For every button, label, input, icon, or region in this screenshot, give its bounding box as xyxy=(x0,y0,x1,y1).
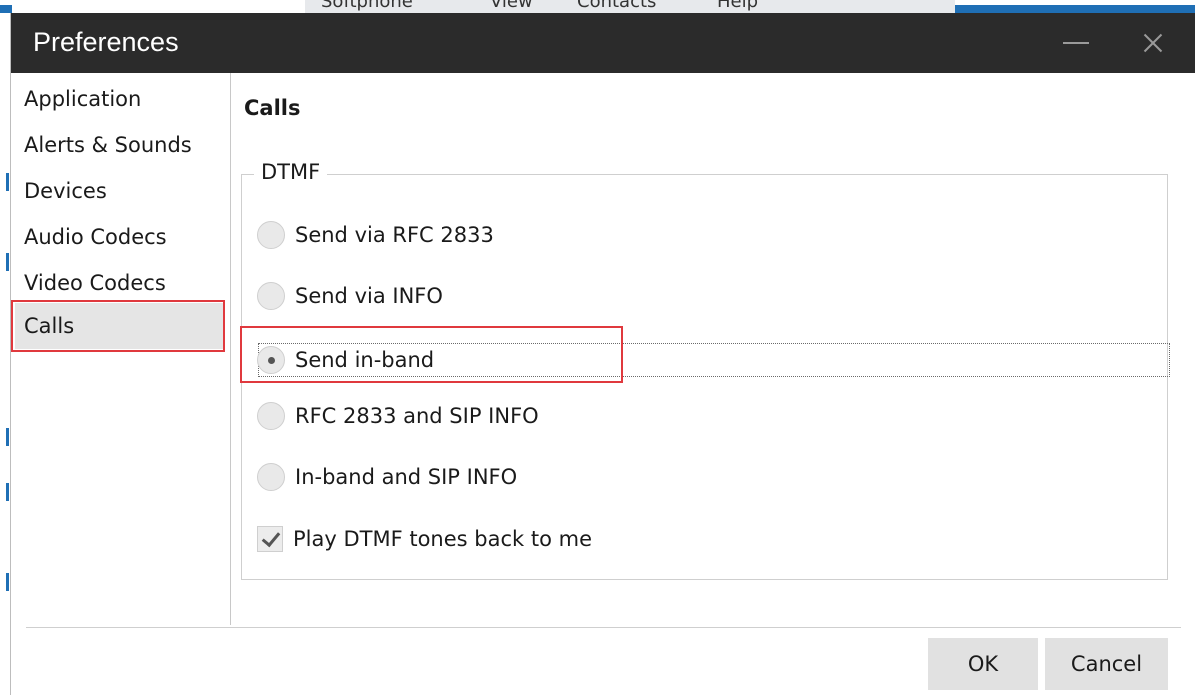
checkbox-label: Play DTMF tones back to me xyxy=(293,527,592,551)
radio-button[interactable] xyxy=(257,282,285,310)
background-menubar: Softphone View Contacts Help xyxy=(305,0,955,13)
ok-button[interactable]: OK xyxy=(928,638,1038,690)
edge-mark xyxy=(6,428,9,446)
background-menu-contacts[interactable]: Contacts xyxy=(577,0,656,12)
close-button[interactable] xyxy=(1123,13,1183,73)
radio-label: Send in-band xyxy=(295,348,435,372)
radio-send-via-info[interactable]: Send via INFO xyxy=(257,278,443,314)
radio-label: RFC 2833 and SIP INFO xyxy=(295,404,539,428)
close-icon xyxy=(1144,34,1162,52)
background-menu-softphone[interactable]: Softphone xyxy=(321,0,413,12)
background-window-edge xyxy=(0,13,10,695)
sidebar-item-application[interactable]: Application xyxy=(15,76,225,122)
dtmf-group-legend: DTMF xyxy=(254,160,328,184)
radio-label: Send via RFC 2833 xyxy=(295,223,494,247)
radio-rfc2833-and-sip-info[interactable]: RFC 2833 and SIP INFO xyxy=(257,398,539,434)
radio-send-via-rfc2833[interactable]: Send via RFC 2833 xyxy=(257,217,494,253)
dtmf-group: DTMF Send via RFC 2833 Send via INFO Sen… xyxy=(240,160,1170,580)
section-title: Calls xyxy=(244,96,301,120)
checkbox-checked[interactable] xyxy=(257,526,283,552)
edge-mark xyxy=(6,173,9,191)
sidebar-item-video-codecs[interactable]: Video Codecs xyxy=(15,260,225,306)
sidebar-item-audio-codecs[interactable]: Audio Codecs xyxy=(15,214,225,260)
background-menu-view[interactable]: View xyxy=(490,0,533,12)
radio-label: Send via INFO xyxy=(295,284,443,308)
title-bar[interactable]: Preferences xyxy=(11,13,1195,73)
background-accent-right xyxy=(955,5,1195,13)
background-accent-left xyxy=(0,5,12,13)
checkbox-play-dtmf-tones[interactable]: Play DTMF tones back to me xyxy=(257,521,592,557)
edge-mark xyxy=(6,253,9,271)
dialog-title: Preferences xyxy=(33,27,179,57)
radio-label: In-band and SIP INFO xyxy=(295,465,518,489)
minimize-button[interactable] xyxy=(1046,13,1106,73)
minimize-icon xyxy=(1063,42,1089,44)
background-menu-help[interactable]: Help xyxy=(717,0,758,12)
radio-in-band-and-sip-info[interactable]: In-band and SIP INFO xyxy=(257,459,517,495)
sidebar-item-devices[interactable]: Devices xyxy=(15,168,225,214)
radio-button[interactable] xyxy=(257,402,285,430)
sidebar-item-alerts-sounds[interactable]: Alerts & Sounds xyxy=(15,122,225,168)
preferences-dialog: Preferences Application Alerts & Sounds … xyxy=(10,13,1195,695)
sidebar-item-calls[interactable]: Calls xyxy=(15,303,225,349)
footer-divider xyxy=(26,627,1181,628)
radio-button-selected[interactable] xyxy=(257,346,285,374)
edge-mark xyxy=(6,483,9,501)
preferences-sidebar: Application Alerts & Sounds Devices Audi… xyxy=(11,73,231,625)
edge-mark xyxy=(6,573,9,591)
radio-button[interactable] xyxy=(257,221,285,249)
cancel-button[interactable]: Cancel xyxy=(1045,638,1168,690)
radio-button[interactable] xyxy=(257,463,285,491)
radio-send-in-band[interactable]: Send in-band xyxy=(257,342,434,378)
